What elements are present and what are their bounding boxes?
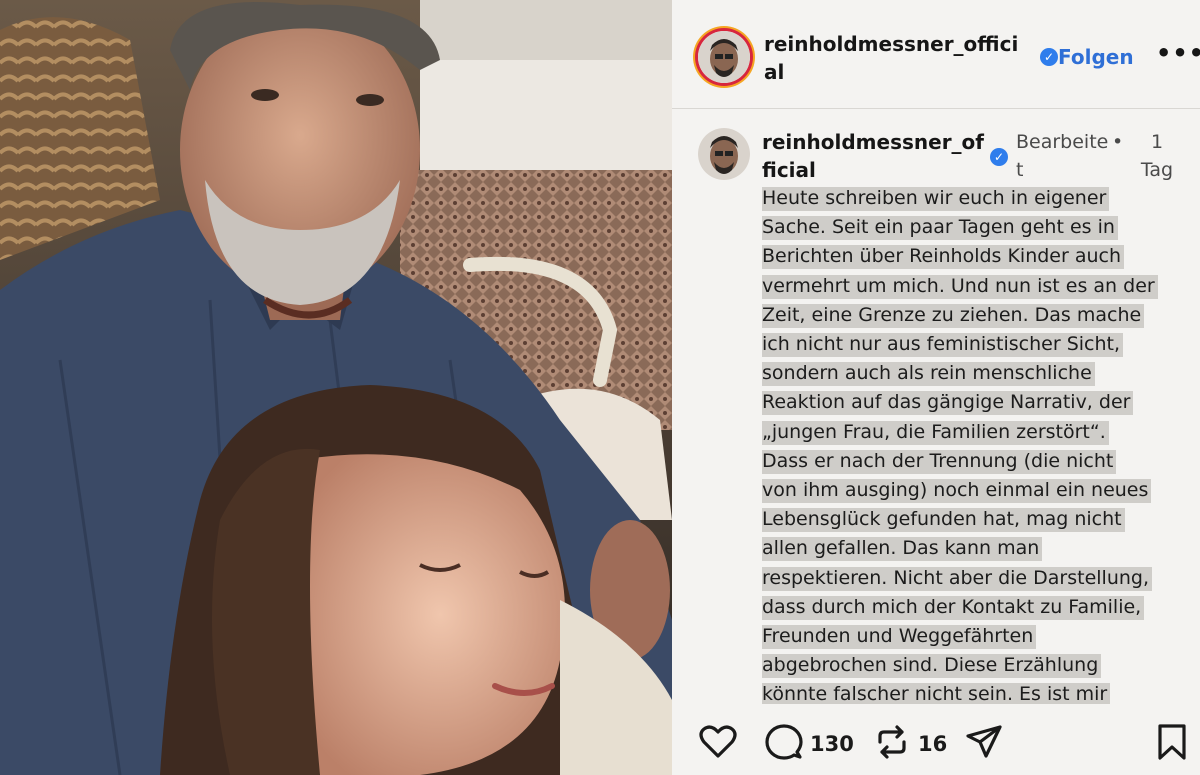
timestamp[interactable]: 1 Tag (1132, 128, 1182, 184)
caption-line-text: sondern auch als rein menschliche (762, 362, 1095, 387)
comments-count: 130 (810, 732, 854, 756)
reposts-count: 16 (918, 732, 948, 756)
caption-line: abgebrochen sind. Diese Erzählung (762, 651, 1182, 680)
heart-icon (699, 725, 737, 758)
verified-badge-icon: ✓ (1040, 48, 1058, 66)
caption-line: allen gefallen. Das kann man (762, 534, 1182, 563)
caption-line-text: abgebrochen sind. Diese Erzählung (762, 654, 1102, 679)
caption-line-text: Sache. Seit ein paar Tagen geht es in (762, 216, 1118, 241)
profile-picture (698, 128, 750, 180)
caption-line-text: Heute schreiben wir euch in eigener (762, 187, 1110, 211)
caption-line-text: Lebensglück gefunden hat, mag nicht (762, 508, 1125, 533)
caption-line: Heute schreiben wir euch in eigener (762, 184, 1182, 213)
comment-icon (765, 724, 803, 760)
bookmark-icon (1158, 724, 1186, 760)
caption-line: sondern auch als rein menschliche (762, 359, 1182, 388)
like-button[interactable] (698, 722, 738, 762)
post-panel: reinholdmessner_official ✓ Folgen ••• re… (672, 0, 1200, 775)
caption-line-text: Berichten über Reinholds Kinder auch (762, 245, 1125, 270)
caption-line: Lebensglück gefunden hat, mag nicht (762, 505, 1182, 534)
caption-line: Dass er nach der Trennung (die nicht (762, 447, 1182, 476)
caption-line: von ihm ausging) noch einmal ein neues (762, 476, 1182, 505)
caption-line: Freunden und Weggefährten (762, 622, 1182, 651)
caption-line-text: ich nicht nur aus feministischer Sicht, (762, 333, 1124, 358)
more-options-icon[interactable]: ••• (1156, 40, 1200, 66)
caption-line-text: allen gefallen. Das kann man (762, 537, 1043, 562)
caption-line: Reaktion auf das gängige Narrativ, der (762, 388, 1182, 417)
caption-line-text: vermehrt um mich. Und nun ist es an der (762, 274, 1158, 299)
avatar[interactable] (698, 31, 750, 83)
caption-line: Zeit, eine Grenze zu ziehen. Das mache (762, 301, 1182, 330)
save-button[interactable] (1152, 722, 1192, 762)
caption-line: respektieren. Nicht aber die Darstellung… (762, 564, 1182, 593)
caption-line-text: von ihm ausging) noch einmal ein neues (762, 479, 1152, 504)
caption-line: „jungen Frau, die Familien zerstört“. (762, 418, 1182, 447)
caption-line: dass durch mich der Kontakt zu Familie, (762, 593, 1182, 622)
repost-button[interactable] (872, 722, 912, 762)
caption-text: Heute schreiben wir euch in eigener Sache… (762, 184, 1182, 704)
caption-line-text: Dass er nach der Trennung (die nicht (762, 449, 1117, 474)
edited-label: Bearbeitet (1016, 131, 1109, 181)
caption-line: Sache. Seit ein paar Tagen geht es in (762, 213, 1182, 242)
action-bar: 130 16 (672, 714, 1200, 775)
caption-line-text: könnte falscher nicht sein. Es ist mir (762, 683, 1111, 704)
follow-button[interactable]: Folgen (1058, 44, 1134, 70)
post-photo[interactable] (0, 0, 672, 775)
caption-line: vermehrt um mich. Und nun ist es an der (762, 272, 1182, 301)
selfie-image (0, 0, 672, 775)
caption-line-text: Freunden und Weggefährten (762, 625, 1037, 650)
caption-line-text: „jungen Frau, die Familien zerstört“. (762, 420, 1109, 445)
caption-line: könnte falscher nicht sein. Es ist mir (762, 680, 1182, 704)
caption-line-text: Zeit, eine Grenze zu ziehen. Das mache (762, 303, 1145, 328)
caption-line: Berichten über Reinholds Kinder auch (762, 242, 1182, 271)
caption-line-text: respektieren. Nicht aber die Darstellung… (762, 566, 1153, 591)
post-username[interactable]: reinholdmessner_official (764, 30, 1028, 86)
comment-avatar[interactable] (698, 128, 750, 180)
caption-line-text: dass durch mich der Kontakt zu Familie, (762, 595, 1145, 620)
repost-icon (878, 725, 906, 759)
separator-dot: • (1112, 131, 1124, 153)
caption-line: ich nicht nur aus feministischer Sicht, (762, 330, 1182, 359)
comment-username[interactable]: reinholdmessner_official (762, 128, 990, 184)
verified-badge-icon: ✓ (990, 148, 1008, 166)
caption-line-text: Reaktion auf das gängige Narrativ, der (762, 391, 1134, 416)
post-header: reinholdmessner_official ✓ Folgen ••• (672, 0, 1200, 109)
profile-picture (698, 31, 750, 83)
share-button[interactable] (964, 722, 1004, 762)
send-icon (966, 725, 1002, 758)
comment-button[interactable] (764, 722, 804, 762)
